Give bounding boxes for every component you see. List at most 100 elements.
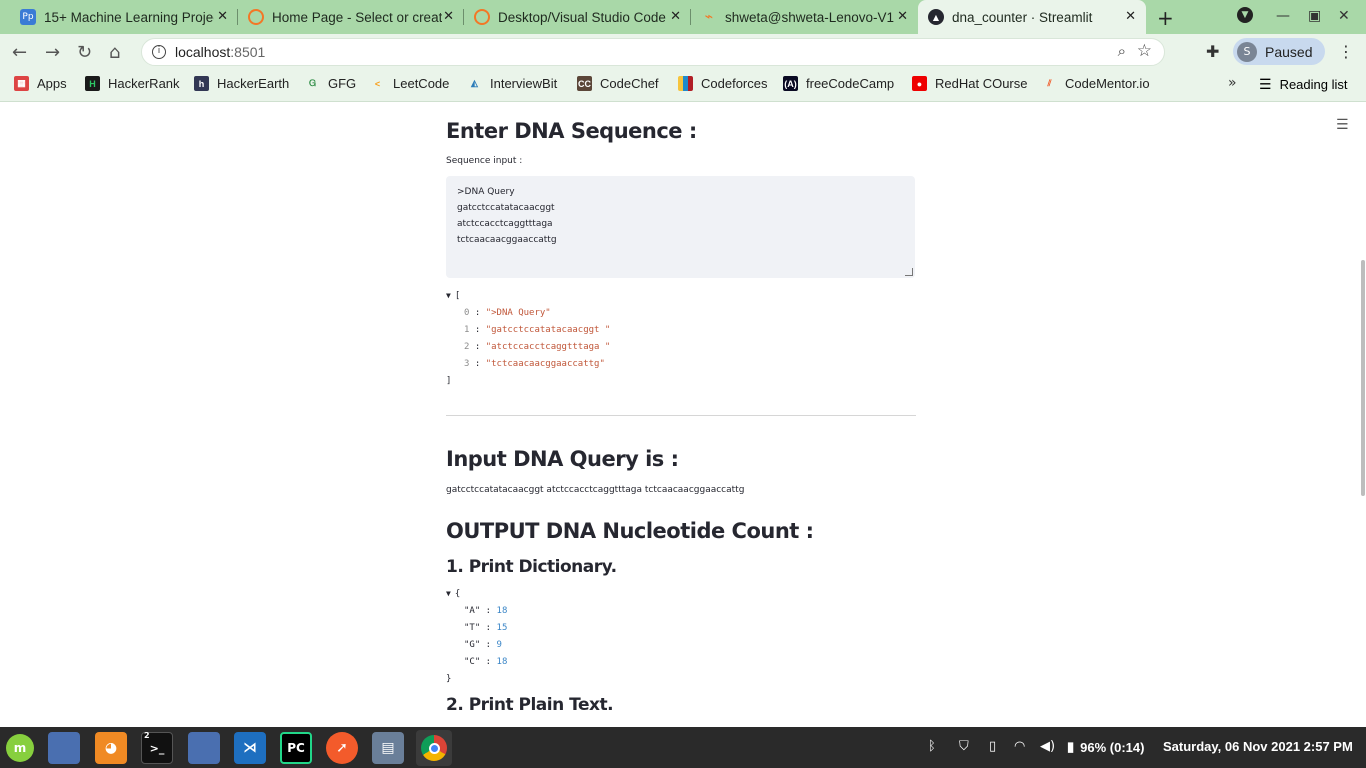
jupyter-terminal-icon: ⌁ xyxy=(704,9,714,25)
bookmark-interviewbit[interactable]: ◭ InterviewBit xyxy=(467,76,557,91)
bookmark-label: Apps xyxy=(37,76,67,91)
json-index: 2 xyxy=(464,342,470,352)
close-window-icon[interactable]: ✕ xyxy=(1338,8,1350,24)
zoom-icon[interactable]: ⌕ xyxy=(1118,42,1126,60)
bookmark-redhat[interactable]: ● RedHat COurse xyxy=(912,76,1027,91)
reading-list-label: Reading list xyxy=(1279,77,1348,92)
tab-title: Desktop/Visual Studio Code xyxy=(498,9,666,25)
maximize-icon[interactable]: ▣ xyxy=(1308,8,1321,24)
minimize-icon[interactable]: — xyxy=(1276,8,1290,24)
json-key: "G" xyxy=(464,640,481,650)
home-icon[interactable]: ⌂ xyxy=(109,42,120,63)
sequence-textarea[interactable]: >DNA Query gatcctccatatacaacggt atctccac… xyxy=(446,176,915,278)
bookmark-codeforces[interactable]: Codeforces xyxy=(678,76,767,91)
bookmark-freecodecamp[interactable]: (A) freeCodeCamp xyxy=(783,76,894,91)
codementor-icon: ⫽ xyxy=(1047,78,1052,88)
mint-menu-icon[interactable]: m xyxy=(4,732,36,764)
close-icon[interactable]: ✕ xyxy=(897,9,908,24)
bookmark-codementor[interactable]: ⫽ CodeMentor.io xyxy=(1042,76,1149,91)
tab-search-icon[interactable]: ▼ xyxy=(1237,7,1253,23)
collapse-caret-icon[interactable]: ▼ xyxy=(446,589,451,598)
files-icon[interactable] xyxy=(188,732,220,764)
json-row: "G" : 9 xyxy=(464,640,502,650)
json-value: 15 xyxy=(496,623,508,633)
scrollbar[interactable] xyxy=(1361,260,1365,496)
close-icon[interactable]: ✕ xyxy=(670,9,681,24)
bookmark-hackerrank[interactable]: H HackerRank xyxy=(85,76,180,91)
streamlit-app: ☰ Enter DNA Sequence : Sequence input : … xyxy=(0,103,1366,727)
json-row: 0 : ">DNA Query" xyxy=(464,308,551,318)
postman-icon[interactable]: ➚ xyxy=(326,732,358,764)
json-bracket: [ xyxy=(454,291,461,301)
show-desktop-icon[interactable] xyxy=(48,732,80,764)
clipboard-icon[interactable]: ▯ xyxy=(989,739,996,754)
back-icon[interactable]: ← xyxy=(12,42,27,63)
bluetooth-icon[interactable]: ᛒ xyxy=(928,739,936,754)
hackerrank-icon: H xyxy=(85,76,100,91)
volume-icon[interactable]: ◀) xyxy=(1040,739,1055,754)
firefox-icon[interactable]: ◕ xyxy=(95,732,127,764)
redhat-icon: ● xyxy=(912,76,927,91)
bookmark-label: LeetCode xyxy=(393,76,450,91)
codeforces-icon xyxy=(678,76,693,91)
site-info-icon[interactable]: i xyxy=(152,45,166,59)
tab-strip: Pp 15+ Machine Learning Projec ✕ Home Pa… xyxy=(0,0,1366,34)
bookmark-hackerearth[interactable]: h HackerEarth xyxy=(194,76,289,91)
json-value: "tctcaacaacggaaccattg" xyxy=(485,359,605,369)
battery-status[interactable]: ▮ 96% (0:14) xyxy=(1067,739,1144,755)
json-row: 2 : "atctccacctcaggtttaga " xyxy=(464,342,611,352)
json-bracket: ] xyxy=(446,376,452,386)
json-value: ">DNA Query" xyxy=(485,308,551,318)
reload-icon[interactable]: ↻ xyxy=(77,42,92,63)
wifi-icon[interactable]: ◠ xyxy=(1014,739,1025,754)
json-index: 0 xyxy=(464,308,470,318)
more-menu-icon[interactable]: ⋮ xyxy=(1338,42,1354,61)
json-key: "C" xyxy=(464,657,481,667)
url-text[interactable]: localhost:8501 xyxy=(175,44,265,60)
taskbar: m ◕ >_ 2 ⋊ PC ➚ ▤ ᛒ ⛉ ▯ ◠ ◀) ▮ 96% (0:14) … xyxy=(0,727,1366,768)
heading-print-plain-text: 2. Print Plain Text. xyxy=(446,695,614,715)
json-key: "A" xyxy=(464,606,481,616)
close-icon[interactable]: ✕ xyxy=(217,9,228,24)
bookmark-codechef[interactable]: CC CodeChef xyxy=(577,76,659,91)
vscode-icon[interactable]: ⋊ xyxy=(234,732,266,764)
profile-button[interactable]: S Paused xyxy=(1233,38,1325,65)
tab-dna-counter[interactable]: ▲ dna_counter · Streamlit ✕ xyxy=(918,0,1146,34)
resize-handle-icon[interactable] xyxy=(905,268,913,276)
bookmark-gfg[interactable]: Ꮐ GFG xyxy=(305,76,356,91)
clock[interactable]: Saturday, 06 Nov 2021 2:57 PM xyxy=(1163,739,1353,754)
collapse-caret-icon[interactable]: ▼ xyxy=(446,291,451,300)
mint-logo-icon: m xyxy=(6,734,34,762)
shield-icon[interactable]: ⛉ xyxy=(959,739,969,754)
json-index: 3 xyxy=(464,359,470,369)
tab-home-page[interactable]: Home Page - Select or creat ✕ xyxy=(238,0,464,34)
address-bar[interactable]: i localhost:8501 ⌕ ☆ xyxy=(141,38,1165,66)
textarea-line: >DNA Query xyxy=(457,187,515,197)
app-icon[interactable]: ▤ xyxy=(372,732,404,764)
json-value: 18 xyxy=(496,606,508,616)
freecodecamp-icon: (A) xyxy=(783,76,798,91)
close-icon[interactable]: ✕ xyxy=(443,9,454,24)
bookmark-leetcode[interactable]: < LeetCode xyxy=(370,76,450,91)
extensions-icon[interactable]: ✚ xyxy=(1206,42,1219,61)
tab-vscode-desktop[interactable]: Desktop/Visual Studio Code ✕ xyxy=(464,0,691,34)
pycharm-icon[interactable]: PC xyxy=(280,732,312,764)
tab-ml-projects[interactable]: Pp 15+ Machine Learning Projec ✕ xyxy=(10,0,238,34)
close-icon[interactable]: ✕ xyxy=(1125,9,1136,24)
heading-enter-dna: Enter DNA Sequence : xyxy=(446,119,697,143)
profile-status: Paused xyxy=(1265,43,1313,60)
chrome-icon[interactable] xyxy=(416,730,452,766)
leetcode-icon: < xyxy=(374,78,381,89)
bookmark-star-icon[interactable]: ☆ xyxy=(1137,41,1152,61)
hamburger-menu-icon[interactable]: ☰ xyxy=(1336,117,1349,133)
bookmark-apps[interactable]: ▦ Apps xyxy=(14,76,67,91)
forward-icon[interactable]: → xyxy=(45,42,60,63)
bookmarks-overflow-icon[interactable]: » xyxy=(1228,75,1237,91)
reading-list-button[interactable]: ☰ Reading list xyxy=(1259,76,1348,93)
textarea-line: tctcaacaacggaaccattg xyxy=(457,235,557,245)
heading-print-dictionary: 1. Print Dictionary. xyxy=(446,557,617,577)
url-port: :8501 xyxy=(230,44,266,60)
tab-terminal[interactable]: ⌁ shweta@shweta-Lenovo-V1 ✕ xyxy=(691,0,918,34)
terminal-icon[interactable]: >_ 2 xyxy=(141,731,173,764)
new-tab-icon[interactable]: + xyxy=(1157,6,1174,30)
